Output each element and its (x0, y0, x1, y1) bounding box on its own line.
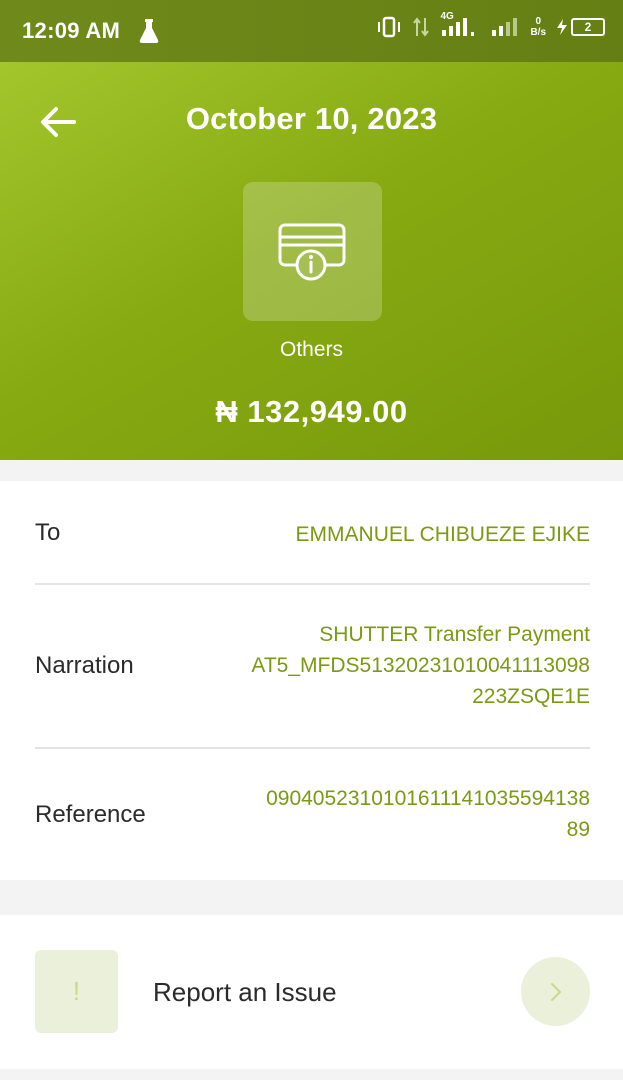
divider (35, 747, 590, 749)
alert-icon: ! (35, 950, 118, 1033)
status-time: 12:09 AM (22, 18, 121, 43)
vibrate-icon (376, 16, 402, 38)
speed-icon: 0 B/s (530, 16, 546, 38)
status-bar: 12:09 AM 4G 0 B/s 2 (0, 0, 623, 62)
reference-value: 090405231010161114103559413​8 89 (266, 783, 590, 845)
report-issue-label: Report an Issue (153, 977, 337, 1007)
battery-icon: 2 (556, 18, 605, 36)
narration-line: SHUTTER Transfer Payment (319, 623, 590, 646)
detail-label: To (35, 519, 61, 546)
network-type: 4G (440, 11, 454, 22)
report-issue-button[interactable] (521, 957, 590, 1026)
transaction-header: October 10, 2023 Others ₦ 132,949.00 (0, 62, 623, 460)
speed-value: 0 (535, 16, 541, 27)
charging-icon (557, 19, 567, 35)
transaction-amount: ₦ 132,949.00 (215, 394, 408, 429)
category-icon-box (243, 182, 382, 321)
reference-line: 090405231010161114103559413​8 (266, 787, 590, 810)
narration-line: AT5_MFDS5132023101004111309​8 (251, 654, 590, 677)
reference-line: 89 (566, 818, 590, 841)
category-label: Others (279, 338, 344, 361)
detail-row-to: To EMMANUEL CHIBUEZE EJIKE (35, 519, 590, 551)
detail-label: Reference (35, 801, 146, 828)
detail-row-reference: Reference 090405231010161114103559413​8 … (35, 783, 590, 847)
data-arrows-icon (412, 16, 430, 38)
narration-line: 223ZSQE1E (472, 685, 590, 708)
narration-value: SHUTTER Transfer Payment AT5_MFDS5132023… (251, 619, 590, 712)
transaction-details: To EMMANUEL CHIBUEZE EJIKE Narration SHU… (0, 481, 623, 880)
battery-level: 2 (571, 18, 605, 36)
flask-icon (138, 18, 160, 49)
speed-unit: B/s (530, 27, 546, 38)
signal-icon: 4G (440, 11, 480, 38)
card-info-icon (278, 223, 345, 280)
signal-icon (490, 16, 520, 38)
status-icons: 4G 0 B/s 2 (376, 11, 605, 38)
detail-row-narration: Narration SHUTTER Transfer Payment AT5_M… (35, 619, 590, 715)
divider (35, 583, 590, 585)
recipient-name: EMMANUEL CHIBUEZE EJIKE (295, 523, 590, 546)
detail-label: Narration (35, 652, 134, 679)
chevron-right-icon (550, 982, 561, 1001)
page-title: October 10, 2023 (185, 101, 438, 136)
